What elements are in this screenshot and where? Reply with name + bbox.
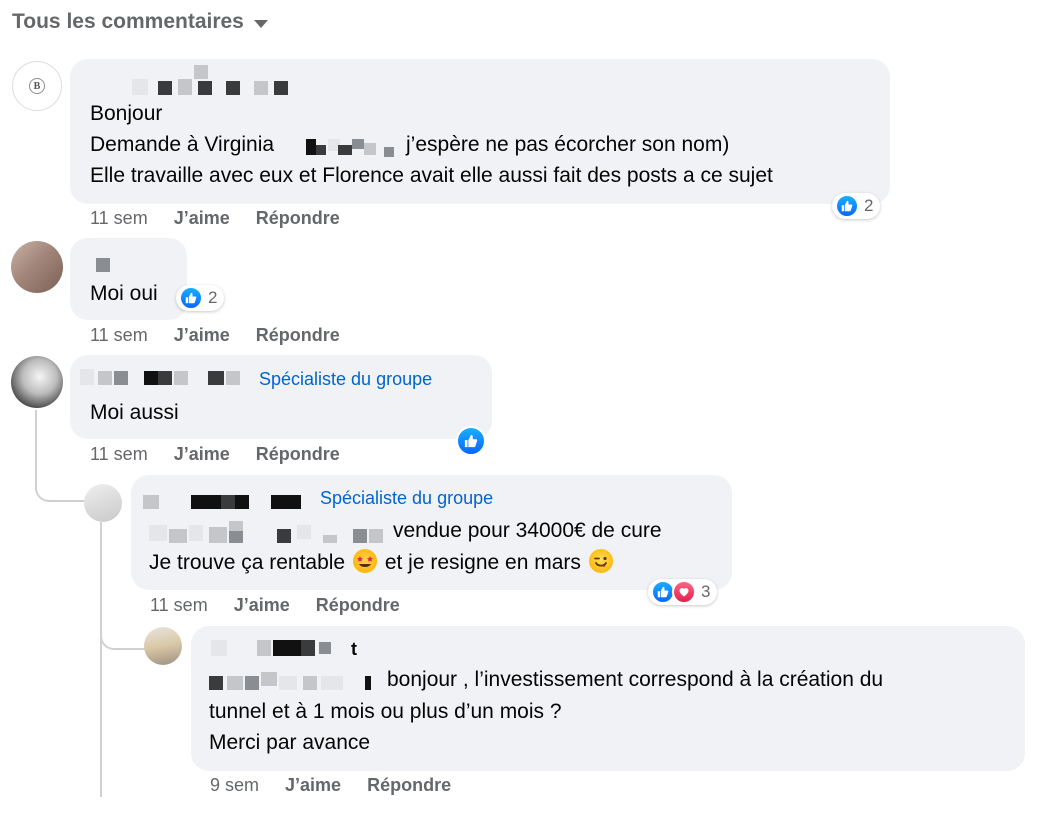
- comment-meta: 11 sem J’aime Répondre: [90, 325, 340, 346]
- comment-text-segment: Je trouve ça rentable: [149, 551, 346, 574]
- author-name-tail: t: [351, 639, 357, 659]
- redacted-author-name[interactable]: [70, 355, 250, 391]
- comment-timestamp[interactable]: 9 sem: [210, 775, 259, 796]
- reply-button[interactable]: Répondre: [316, 595, 400, 616]
- group-expert-badge[interactable]: Spécialiste du groupe: [320, 488, 493, 509]
- reaction-summary[interactable]: 2: [176, 285, 225, 311]
- comment-text-line: Demande à Virginia: [90, 129, 274, 160]
- reaction-count: 2: [864, 196, 874, 215]
- comment-bubble: Spécialiste du groupe vendue pour 34000€…: [131, 475, 732, 590]
- thread-curve: [35, 470, 87, 502]
- reply-button[interactable]: Répondre: [367, 775, 451, 796]
- comment-text-line: Moi oui: [90, 282, 158, 305]
- comments-filter-dropdown[interactable]: Tous les commentaires: [12, 10, 268, 34]
- avatar[interactable]: [11, 241, 63, 293]
- redacted-author-name[interactable]: t: [191, 626, 371, 662]
- like-button[interactable]: J’aime: [174, 325, 230, 346]
- comment-text-line: vendue pour 34000€ de cure: [393, 519, 662, 542]
- group-expert-badge[interactable]: Spécialiste du groupe: [259, 369, 432, 390]
- avatar[interactable]: [11, 356, 63, 408]
- reaction-count: 2: [208, 288, 218, 307]
- comment-timestamp[interactable]: 11 sem: [90, 208, 148, 229]
- comment-meta: 11 sem J’aime Répondre: [150, 595, 400, 616]
- like-reaction-icon[interactable]: [456, 426, 486, 456]
- comment-timestamp[interactable]: 11 sem: [150, 595, 208, 616]
- redacted-mention: [304, 135, 404, 159]
- comment-text-line: Bonjour: [90, 102, 163, 125]
- avatar[interactable]: B: [12, 61, 62, 111]
- logo-icon: B: [29, 78, 45, 94]
- reaction-summary[interactable]: 3: [648, 579, 718, 605]
- comment-bubble: Moi oui: [70, 238, 187, 320]
- like-button[interactable]: J’aime: [285, 775, 341, 796]
- comment-text-segment: et je resigne en mars: [384, 551, 581, 574]
- avatar[interactable]: [84, 484, 122, 522]
- comment-text-line: Moi aussi: [90, 401, 179, 424]
- comment-meta: 9 sem J’aime Répondre: [210, 775, 451, 796]
- comment-text-line: tunnel et à 1 mois ou plus d’un mois ?: [209, 700, 562, 723]
- comment-timestamp[interactable]: 11 sem: [90, 444, 148, 465]
- comment-bubble: t bonjour , l’investissement correspond …: [191, 626, 1025, 771]
- thread-curve: [100, 620, 146, 650]
- comment-text-line: j’espère ne pas écorcher son nom): [406, 133, 730, 156]
- like-button[interactable]: J’aime: [174, 208, 230, 229]
- comment-bubble: Bonjour Demande à Virginia j’espère ne p…: [70, 59, 890, 204]
- love-reaction-icon: [672, 580, 696, 604]
- reply-button[interactable]: Répondre: [256, 444, 340, 465]
- comments-filter-label: Tous les commentaires: [12, 10, 244, 33]
- wink-emoji: [588, 549, 613, 573]
- comment-timestamp[interactable]: 11 sem: [90, 325, 148, 346]
- comment-text-line: Merci par avance: [209, 731, 371, 754]
- like-reaction-icon: [835, 194, 859, 218]
- redacted-author-name[interactable]: [70, 238, 170, 274]
- comment-text-line: Elle travaille avec eux et Florence avai…: [90, 164, 773, 187]
- reaction-summary[interactable]: 2: [832, 193, 881, 219]
- redacted-mention: [209, 668, 379, 694]
- comment-text-line: Je trouve ça rentable et je resigne en m…: [149, 547, 615, 578]
- reaction-count: 3: [701, 582, 711, 601]
- like-button[interactable]: J’aime: [234, 595, 290, 616]
- like-reaction-icon: [179, 286, 203, 310]
- avatar[interactable]: [144, 627, 182, 665]
- star-struck-emoji: [352, 549, 377, 573]
- comment-text-segment: Demande à Virginia: [90, 133, 275, 156]
- redacted-author-name[interactable]: [131, 475, 311, 511]
- caret-down-icon: [253, 19, 268, 28]
- redacted-mention: [149, 521, 389, 547]
- redacted-author-name[interactable]: [70, 59, 310, 99]
- thread-line: [100, 522, 102, 797]
- comment-text-line: bonjour , l’investissement correspond à …: [387, 668, 884, 691]
- comment-meta: 11 sem J’aime Répondre: [90, 208, 340, 229]
- reply-button[interactable]: Répondre: [256, 208, 340, 229]
- reply-button[interactable]: Répondre: [256, 325, 340, 346]
- comment-meta: 11 sem J’aime Répondre: [90, 444, 340, 465]
- comment-bubble: Spécialiste du groupe Moi aussi: [70, 355, 492, 439]
- like-button[interactable]: J’aime: [174, 444, 230, 465]
